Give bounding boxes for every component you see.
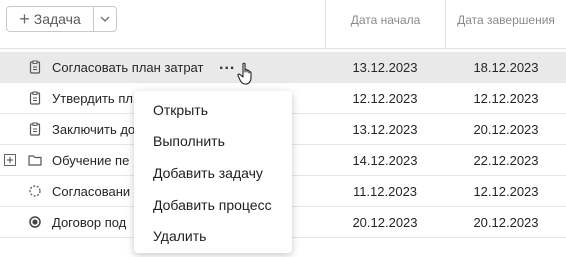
end-date: 18.12.2023 — [473, 60, 539, 75]
task-name: Договор под — [52, 215, 127, 230]
end-date: 20.12.2023 — [473, 215, 539, 230]
start-date: 20.12.2023 — [352, 215, 418, 230]
task-name: Согласовани — [52, 184, 131, 199]
filled-circle-icon — [29, 216, 41, 228]
end-date: 22.12.2023 — [473, 153, 539, 168]
folder-icon — [28, 155, 42, 166]
task-name: Согласовать план затрат — [52, 60, 204, 75]
start-date: 13.12.2023 — [352, 122, 418, 137]
menu-item-delete[interactable]: Удалить — [153, 228, 206, 244]
add-task-label: Задача — [33, 11, 81, 27]
menu-item-complete[interactable]: Выполнить — [153, 133, 225, 149]
menu-item-add-task[interactable]: Добавить задачу — [153, 165, 263, 181]
expand-plus-icon[interactable] — [4, 154, 16, 166]
start-date: 12.12.2023 — [352, 91, 418, 106]
table-row[interactable]: Согласовать план затрат ... 13.12.2023 1… — [0, 52, 566, 83]
clipboard-icon — [29, 91, 41, 105]
column-header-start-date[interactable]: Дата начала — [326, 0, 445, 40]
start-date: 13.12.2023 — [352, 60, 418, 75]
context-menu: Открыть Выполнить Добавить задачу Добави… — [134, 91, 292, 253]
clipboard-icon — [29, 60, 41, 74]
menu-item-add-process[interactable]: Добавить процесс — [153, 197, 272, 213]
task-name: Утвердить пл — [52, 91, 133, 106]
add-task-dropdown-button[interactable] — [93, 6, 117, 32]
end-date: 12.12.2023 — [473, 184, 539, 199]
clipboard-icon — [29, 122, 41, 136]
chevron-down-icon — [100, 16, 110, 22]
column-header-end-date[interactable]: Дата завершения — [446, 0, 566, 40]
task-name: Заключить до — [52, 122, 136, 137]
start-date: 14.12.2023 — [352, 153, 418, 168]
add-task-button[interactable]: + Задача — [6, 6, 94, 32]
task-name: Обучение пе — [52, 153, 130, 168]
hand-cursor-icon — [237, 62, 252, 85]
start-date: 11.12.2023 — [352, 184, 418, 199]
end-date: 20.12.2023 — [473, 122, 539, 137]
row-actions-button[interactable]: ... — [219, 56, 235, 74]
end-date: 12.12.2023 — [473, 91, 539, 106]
menu-item-open[interactable]: Открыть — [153, 102, 208, 118]
table-header: + Задача Дата начала Дата завершения — [0, 0, 566, 49]
dashed-circle-icon — [29, 185, 41, 197]
plus-icon: + — [19, 9, 30, 29]
